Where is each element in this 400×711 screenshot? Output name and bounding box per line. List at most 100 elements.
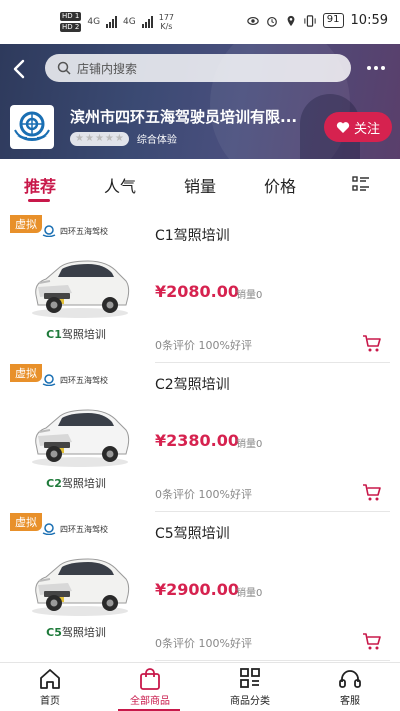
bag-icon: [140, 668, 160, 690]
nav-home[interactable]: 首页: [10, 668, 90, 707]
follow-button[interactable]: 关注: [324, 112, 392, 142]
product-price: ¥2380.00: [155, 431, 240, 450]
tab-price[interactable]: 价格: [264, 173, 296, 197]
search-input[interactable]: 店铺内搜索: [45, 54, 351, 82]
nav-categories[interactable]: 商品分类: [210, 668, 290, 707]
school-brand: 四环五海驾校: [42, 523, 108, 535]
sim2-label: HD 2: [60, 23, 82, 32]
review-summary: 0条评价 100%好评: [155, 488, 252, 501]
car-illustration: [32, 409, 130, 467]
school-logo-icon: [42, 225, 56, 237]
virtual-badge: 虚拟: [10, 513, 42, 531]
bottom-navigation: 首页 全部商品 商品分类 客服: [0, 662, 400, 711]
location-icon: [287, 15, 295, 26]
shop-header: 店铺内搜索 滨州市四环五海驾驶员培训有限... ★ ★ ★ ★ ★ 综合体验 关…: [0, 44, 400, 159]
product-image[interactable]: 虚拟 四环五海驾校 C1驾照培训: [10, 215, 142, 353]
tab-sales[interactable]: 销量: [184, 173, 216, 197]
status-right: 91 10:59: [247, 13, 388, 28]
sim-indicators: HD 1 HD 2: [60, 12, 82, 32]
grid-icon: [240, 668, 260, 688]
clock: 10:59: [350, 13, 388, 28]
license-class: C2: [46, 477, 62, 490]
item-divider: [155, 660, 390, 661]
star-icon: ★: [104, 132, 114, 144]
search-icon: [57, 61, 71, 75]
item-divider: [155, 362, 390, 363]
more-options-button[interactable]: [364, 56, 388, 80]
product-item[interactable]: 虚拟 四环五海驾校 C5驾照培训 C5驾照培训 ¥2900.00 销量0 0条评…: [0, 513, 400, 661]
caption-text: 驾照培训: [61, 626, 106, 639]
sort-tabs: 推荐 人气 销量 价格: [0, 159, 400, 209]
shop-logo[interactable]: [10, 105, 54, 149]
nav-home-label: 首页: [40, 696, 60, 707]
network1-label: 4G: [87, 17, 101, 27]
school-logo-icon: [42, 523, 56, 535]
sales-count: 销量0: [236, 588, 263, 599]
school-name: 四环五海驾校: [60, 524, 108, 534]
vibrate-icon: [304, 14, 316, 27]
sales-count: 销量0: [236, 439, 263, 450]
nav-categories-label: 商品分类: [230, 696, 270, 707]
caption-text: 驾照培训: [61, 477, 106, 490]
nav-customer-service-label: 客服: [340, 696, 360, 707]
car-illustration: [32, 558, 130, 616]
review-summary: 0条评价 100%好评: [155, 339, 252, 352]
school-brand: 四环五海驾校: [42, 225, 108, 237]
star-icon: ★: [94, 132, 104, 144]
product-item[interactable]: 虚拟 四环五海驾校 C2驾照培训 C2驾照培训 ¥2380.00 销量0 0条评…: [0, 364, 400, 512]
school-brand: 四环五海驾校: [42, 374, 108, 386]
network-speed: 177 K/s: [159, 13, 174, 31]
headset-icon: [339, 670, 361, 688]
product-title[interactable]: C1驾照培训: [155, 225, 230, 245]
item-divider: [155, 511, 390, 512]
product-price: ¥2080.00: [155, 282, 240, 301]
star-icon: ★: [75, 132, 84, 144]
follow-label: 关注: [353, 121, 380, 137]
product-item[interactable]: 虚拟 四环五海驾校 C1驾照培训 C1驾照培训 ¥2080.00 销量0 0条评…: [0, 215, 400, 363]
eye-icon: [247, 16, 259, 25]
network-speed-unit: K/s: [160, 22, 173, 31]
school-name: 四环五海驾校: [60, 375, 108, 385]
license-class: C1: [46, 328, 62, 341]
star-icon: ★: [84, 132, 94, 144]
virtual-badge: 虚拟: [10, 364, 42, 382]
school-name: 四环五海驾校: [60, 226, 108, 236]
product-image[interactable]: 虚拟 四环五海驾校 C2驾照培训: [10, 364, 142, 502]
car-caption: C1驾照培训: [10, 326, 142, 342]
sales-count: 销量0: [236, 290, 263, 301]
product-title[interactable]: C2驾照培训: [155, 374, 230, 394]
nav-all-products-label: 全部商品: [130, 696, 170, 707]
product-title[interactable]: C5驾照培训: [155, 523, 230, 543]
product-price: ¥2900.00: [155, 580, 240, 599]
nav-customer-service[interactable]: 客服: [310, 668, 390, 707]
car-illustration: [32, 260, 130, 318]
school-logo-icon: [42, 374, 56, 386]
add-to-cart-icon[interactable]: [362, 333, 382, 353]
active-tab-indicator: [28, 199, 50, 202]
shop-rating: ★ ★ ★ ★ ★ 综合体验: [70, 131, 177, 146]
car-caption: C2驾照培训: [10, 475, 142, 491]
network2-label: 4G: [123, 17, 136, 27]
home-icon: [40, 669, 60, 689]
back-button[interactable]: [8, 57, 32, 81]
product-image[interactable]: 虚拟 四环五海驾校 C5驾照培训: [10, 513, 142, 651]
car-caption: C5驾照培训: [10, 624, 142, 640]
sim1-label: HD 1: [60, 12, 82, 21]
status-bar: HD 1 HD 2 4G 4G 177 K/s 91 10:59: [0, 0, 400, 44]
tab-popularity[interactable]: 人气: [104, 173, 136, 197]
signal1-icon: [106, 16, 118, 28]
nav-all-products[interactable]: 全部商品: [110, 668, 190, 707]
signal2-icon: [141, 16, 153, 28]
list-layout-toggle-icon[interactable]: [352, 175, 370, 193]
search-placeholder: 店铺内搜索: [77, 61, 138, 76]
add-to-cart-icon[interactable]: [362, 631, 382, 651]
network-speed-value: 177: [158, 13, 175, 22]
driving-school-logo-icon: [14, 111, 50, 141]
tab-recommended[interactable]: 推荐: [24, 173, 56, 197]
battery-indicator: 91: [322, 13, 344, 28]
shop-name[interactable]: 滨州市四环五海驾驶员培训有限...: [70, 106, 315, 127]
add-to-cart-icon[interactable]: [362, 482, 382, 502]
heart-icon: [336, 121, 350, 133]
rating-label: 综合体验: [136, 135, 177, 146]
status-left: HD 1 HD 2 4G 4G 177 K/s: [60, 12, 174, 32]
